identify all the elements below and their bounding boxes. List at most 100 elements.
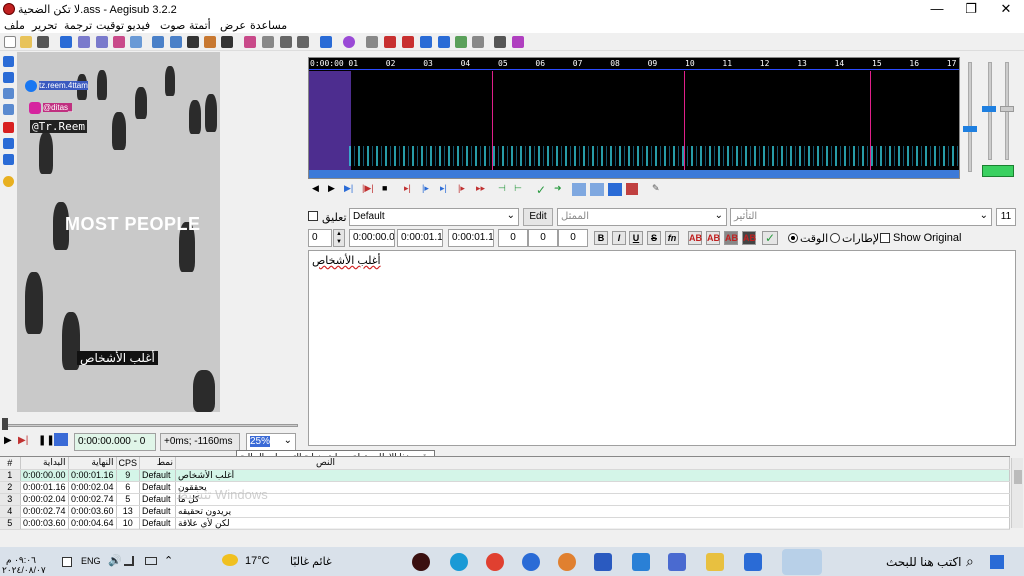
shadow-color-button[interactable]: AB xyxy=(742,231,756,245)
video-time-field[interactable]: 0:00:00.000 - 0 xyxy=(74,433,156,451)
help-icon[interactable] xyxy=(3,176,14,187)
mail-icon[interactable] xyxy=(632,553,650,571)
col-number[interactable]: # xyxy=(0,457,21,470)
chrome-icon[interactable] xyxy=(486,553,504,571)
aegisub-taskbar-icon[interactable] xyxy=(412,553,430,571)
commit-icon[interactable]: ✓ xyxy=(536,183,546,197)
menu-video[interactable]: فيديو xyxy=(127,19,150,32)
video-display[interactable]: tz.reem.4ttam @ditas_ @Tr.Reem MOST PEOP… xyxy=(17,52,220,412)
next-line-icon[interactable]: ▶ xyxy=(328,183,335,194)
menu-view[interactable]: عرض xyxy=(220,19,246,32)
notification-icon[interactable] xyxy=(62,557,72,567)
table-row[interactable]: 3 0:00:02.04 0:00:02.74 5 Default كل ما xyxy=(0,493,1010,506)
play-current-line-icon[interactable]: |▶| xyxy=(362,183,374,194)
comment-checkbox[interactable] xyxy=(308,211,318,221)
bold-button[interactable]: B xyxy=(594,231,608,245)
play-to-end-icon[interactable]: ▸▸ xyxy=(476,183,485,194)
chrome-alt-icon[interactable] xyxy=(558,553,576,571)
drag-tool-icon[interactable] xyxy=(3,72,14,83)
table-row[interactable]: 1 0:00:00.00 0:00:01.16 9 Default أغلب الأشخا… xyxy=(0,469,1010,482)
play-before-icon[interactable]: ▸| xyxy=(404,183,411,194)
waveform-scrollbar[interactable] xyxy=(309,170,959,178)
options-icon[interactable] xyxy=(472,36,484,48)
jump-icon[interactable] xyxy=(60,36,72,48)
goto-icon[interactable]: ➜ xyxy=(554,183,562,194)
snap-start-icon[interactable] xyxy=(366,36,378,48)
auto-scroll-icon[interactable] xyxy=(608,183,622,196)
pause-icon[interactable]: ❚❚ xyxy=(38,435,55,446)
effect-field[interactable]: التأثير ⌄ xyxy=(730,208,992,226)
subtitle-grid[interactable]: # البداية النهاية CPS نمط النص 1 0:00:00.… xyxy=(0,456,1010,530)
styles-icon[interactable] xyxy=(152,36,164,48)
play-before-end-icon[interactable]: ▸| xyxy=(440,183,447,194)
minimize-button[interactable]: — xyxy=(920,0,954,18)
zoom-select[interactable]: 25% ⌄ xyxy=(246,433,296,451)
layer-field[interactable]: 0 xyxy=(308,229,332,247)
open-file-icon[interactable] xyxy=(20,36,32,48)
col-style[interactable]: نمط xyxy=(139,457,177,470)
new-file-icon[interactable] xyxy=(4,36,16,48)
properties-icon[interactable] xyxy=(187,36,199,48)
autoscroll-icon[interactable] xyxy=(54,433,68,446)
strikeout-button[interactable]: S xyxy=(647,231,661,245)
rotate-xy-icon[interactable] xyxy=(3,104,14,115)
save-icon[interactable] xyxy=(37,36,49,48)
volume-icon[interactable]: 🔊 xyxy=(108,554,122,567)
find-icon[interactable] xyxy=(113,36,125,48)
link-volume-icon[interactable] xyxy=(982,165,1014,177)
karaoke-icon[interactable]: ✎ xyxy=(652,183,660,194)
edge-icon[interactable] xyxy=(450,553,468,571)
table-row[interactable]: 5 0:00:03.60 0:00:04.64 10 Default لكن لأي عل… xyxy=(0,517,1010,530)
styles-storage-icon[interactable] xyxy=(170,36,182,48)
temperature-label[interactable]: 17°C xyxy=(245,555,270,567)
clip-tool-icon[interactable] xyxy=(3,138,14,149)
search-icon[interactable]: ⌕ xyxy=(966,553,974,570)
rotate-z-icon[interactable] xyxy=(3,88,14,99)
frames-radio[interactable] xyxy=(830,233,840,243)
menu-edit[interactable]: تحرير xyxy=(32,19,57,32)
snap-end-icon[interactable] xyxy=(384,36,396,48)
col-cps[interactable]: CPS xyxy=(116,457,141,470)
timing-postprocessor-icon[interactable] xyxy=(262,36,274,48)
video-seek-thumb[interactable] xyxy=(2,418,8,430)
clock-date[interactable]: ٢٠٢٤/٠٨/٠٧ xyxy=(2,565,46,576)
vector-clip-icon[interactable] xyxy=(3,154,14,165)
video-snap-icon[interactable] xyxy=(402,36,414,48)
auto-next-icon[interactable] xyxy=(590,183,604,196)
menu-timing[interactable]: توقيت xyxy=(96,19,124,32)
grid-scrollbar[interactable] xyxy=(1011,458,1023,528)
wifi-icon[interactable] xyxy=(124,556,134,566)
attachments-icon[interactable] xyxy=(204,36,216,48)
stop-icon[interactable]: ■ xyxy=(382,183,387,193)
lead-out-icon[interactable]: ⊢ xyxy=(514,183,522,194)
audio-zoom-thumb[interactable] xyxy=(963,126,977,132)
shift-times-icon[interactable] xyxy=(297,36,309,48)
scale-tool-icon[interactable] xyxy=(3,122,14,133)
store-icon[interactable] xyxy=(668,553,686,571)
maximize-button[interactable]: ❐ xyxy=(954,0,988,18)
playhead-icon[interactable] xyxy=(438,36,450,48)
table-row[interactable]: 2 0:00:01.16 0:00:02.04 6 Default يحققون xyxy=(0,481,1010,494)
margin-left-field[interactable]: 0 xyxy=(498,229,528,247)
menu-subtitle[interactable]: ترجمة xyxy=(64,19,92,32)
secondary-color-button[interactable]: AB xyxy=(706,231,720,245)
prev-line-icon[interactable]: ◀ xyxy=(312,183,319,194)
margin-right-field[interactable]: 0 xyxy=(528,229,558,247)
edit-style-button[interactable]: Edit xyxy=(523,208,553,226)
col-end[interactable]: النهاية xyxy=(68,457,117,470)
start-time-field[interactable]: 0:00:00.00 xyxy=(349,229,395,247)
zoom-out-icon[interactable] xyxy=(96,36,108,48)
volume-thumb[interactable] xyxy=(982,106,996,112)
audio-zoom-slider[interactable] xyxy=(968,62,972,172)
replace-icon[interactable] xyxy=(130,36,142,48)
font-button[interactable]: fn xyxy=(665,231,679,245)
close-button[interactable]: ✕ xyxy=(989,0,1023,18)
automation-icon[interactable] xyxy=(455,36,467,48)
auto-commit-icon[interactable] xyxy=(572,183,586,196)
outline-color-button[interactable]: AB xyxy=(724,231,738,245)
underline-button[interactable]: U xyxy=(629,231,643,245)
commit-check-icon[interactable]: ✓ xyxy=(762,231,778,245)
play-after-start-icon[interactable]: |▸ xyxy=(422,183,429,194)
duration-field[interactable]: 0:00:01.16 xyxy=(448,229,494,247)
zoom-in-icon[interactable] xyxy=(78,36,90,48)
